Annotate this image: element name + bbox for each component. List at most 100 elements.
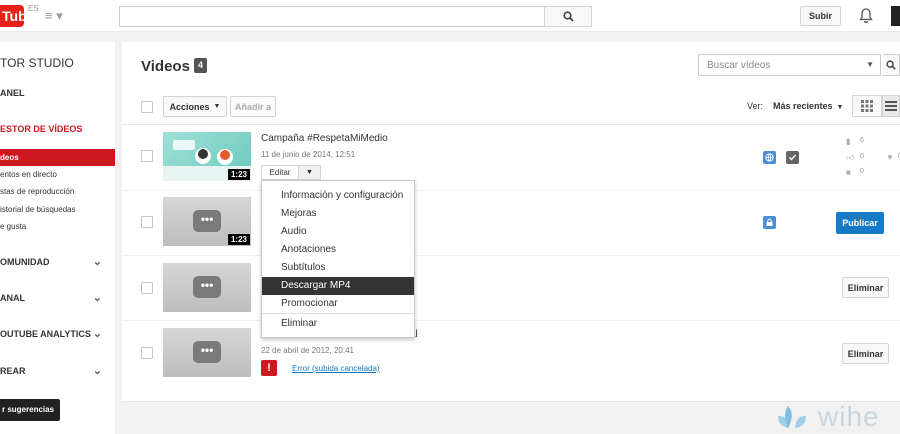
leaf-logo-icon	[778, 406, 806, 428]
page-title: Videos	[141, 58, 190, 75]
sidebar-item-live-events[interactable]: entos en directo	[0, 166, 115, 183]
bell-icon[interactable]	[858, 7, 874, 24]
chevron-down-icon: ⌄	[92, 328, 102, 340]
youtube-logo[interactable]: Tube	[0, 5, 24, 27]
views-count: 6	[860, 137, 864, 144]
delete-button[interactable]: Eliminar	[842, 343, 889, 364]
chevron-down-icon: ⌄	[92, 292, 102, 304]
search-button[interactable]	[544, 6, 592, 27]
caret-down-icon: ▼	[836, 104, 844, 111]
error-icon: !	[261, 360, 277, 376]
sidebar-section-community[interactable]: OMUNIDAD ⌄	[0, 256, 110, 268]
row-divider	[122, 190, 900, 191]
list-view-button[interactable]	[882, 95, 900, 117]
video-title-link[interactable]: Campaña #RespetaMiMedio	[261, 133, 388, 144]
sidebar-section-analytics[interactable]: OUTUBE ANALYTICS ⌄	[0, 328, 110, 340]
likes-count: 0	[860, 153, 864, 160]
video-date: 11 de junio de 2014, 12:51	[261, 150, 356, 159]
video-manager-panel: Videos 4 Buscar vídeos ▼ Acciones ▼ Añadir…	[122, 42, 900, 402]
menu-item-download-mp4[interactable]: Descargar MP4	[262, 277, 414, 295]
select-all-checkbox[interactable]	[141, 101, 153, 113]
sidebar-item-video-manager[interactable]: ESTOR DE VÍDEOS	[0, 124, 82, 134]
creator-studio-title[interactable]: TOR STUDIO	[0, 56, 74, 70]
views-icon: ▮	[846, 137, 851, 146]
video-thumbnail[interactable]: •••	[163, 328, 251, 377]
sidebar-item-search-history[interactable]: istorial de búsquedas	[0, 201, 115, 218]
grid-view-button[interactable]	[852, 95, 882, 117]
private-lock-icon[interactable]	[763, 216, 776, 229]
caret-down-icon: ▼	[306, 169, 313, 176]
sidebar-item-playlists[interactable]: stas de reproducción	[0, 183, 115, 200]
add-to-button[interactable]: Añadir a	[230, 96, 276, 117]
search-icon	[562, 11, 574, 22]
thumbs-down-icon: ▼	[886, 153, 894, 162]
edit-button[interactable]: Editar	[261, 165, 299, 180]
menu-item-subtitles[interactable]: Subtítulos	[262, 259, 414, 277]
view-label: Ver:	[747, 101, 764, 111]
actions-label: Acciones	[169, 101, 210, 112]
edit-button-group: Editar ▼	[261, 165, 321, 180]
duration-label: 1:23	[227, 234, 250, 245]
menu-item-enhancements[interactable]: Mejoras	[262, 205, 414, 223]
guide-menu-icon[interactable]: ≡ ▾	[45, 9, 65, 23]
edit-menu-toggle[interactable]: ▼	[299, 165, 321, 180]
video-date: 22 de abril de 2012, 20:41	[261, 346, 354, 355]
menu-item-promote[interactable]: Promocionar	[262, 295, 414, 313]
sidebar-section-channel[interactable]: ANAL ⌄	[0, 292, 110, 304]
sidebar-section-create[interactable]: REAR ⌄	[0, 365, 110, 377]
search-videos-input[interactable]: Buscar vídeos ▼	[698, 54, 881, 76]
thumbs-up-icon: 👍︎	[846, 153, 855, 162]
row-checkbox[interactable]	[141, 216, 153, 228]
upload-button[interactable]: Subir	[800, 6, 841, 26]
video-thumbnail[interactable]: ••• 1:23	[163, 197, 251, 246]
public-globe-icon[interactable]	[763, 151, 776, 164]
sidebar-item-videos[interactable]: deos	[0, 149, 115, 166]
video-count-badge: 4	[194, 58, 207, 73]
comment-icon: ■	[846, 168, 851, 177]
search-icon	[886, 60, 896, 70]
row-checkbox[interactable]	[141, 282, 153, 294]
send-feedback-button[interactable]: r sugerencias	[0, 399, 60, 421]
duration-label: 1:23	[227, 169, 250, 180]
edit-dropdown-menu: Información y configuración Mejoras Audi…	[261, 180, 415, 338]
watermark: wihe	[776, 402, 880, 432]
menu-item-info-settings[interactable]: Información y configuración	[262, 187, 414, 205]
search-videos-button[interactable]	[883, 54, 900, 76]
sort-dropdown[interactable]: Más recientes ▼	[773, 101, 843, 111]
avatar[interactable]	[891, 6, 900, 26]
globe-icon	[765, 153, 774, 162]
row-checkbox[interactable]	[141, 150, 153, 162]
video-thumbnail[interactable]: 1:23	[163, 132, 251, 181]
menu-item-audio[interactable]: Audio	[262, 223, 414, 241]
row-divider	[122, 255, 900, 256]
row-checkbox[interactable]	[141, 347, 153, 359]
delete-button[interactable]: Eliminar	[842, 277, 889, 298]
actions-button[interactable]: Acciones ▼	[163, 96, 227, 117]
search-input[interactable]	[119, 6, 545, 27]
menu-item-annotations[interactable]: Anotaciones	[262, 241, 414, 259]
caret-down-icon[interactable]: ▼	[866, 60, 874, 69]
sidebar-item-likes[interactable]: e gusta	[0, 218, 115, 235]
check-glyph	[789, 154, 797, 161]
watermark-text: wihe	[818, 401, 880, 432]
chevron-down-icon: ⌄	[92, 256, 102, 268]
section-label: OMUNIDAD	[0, 257, 50, 267]
top-bar: Tube ES ≡ ▾ Subir	[0, 0, 900, 32]
section-label: OUTUBE ANALYTICS	[0, 329, 91, 339]
video-thumbnail[interactable]: •••	[163, 263, 251, 312]
menu-divider	[262, 313, 414, 314]
search-videos-placeholder: Buscar vídeos	[707, 60, 771, 71]
lock-icon	[766, 218, 773, 226]
sidebar-item-panel[interactable]: ANEL	[0, 88, 25, 98]
section-label: ANAL	[0, 293, 25, 303]
caret-down-icon: ▼	[213, 103, 221, 110]
grid-icon	[861, 100, 873, 112]
divider	[122, 124, 900, 125]
row-divider	[122, 320, 900, 321]
menu-item-delete[interactable]: Eliminar	[262, 315, 414, 333]
error-link[interactable]: Error (subida cancelada)	[292, 364, 380, 373]
checkmark-icon[interactable]	[786, 151, 799, 164]
comments-count: 0	[860, 168, 864, 175]
publish-button[interactable]: Publicar	[836, 212, 884, 234]
region-label: ES	[28, 4, 39, 13]
